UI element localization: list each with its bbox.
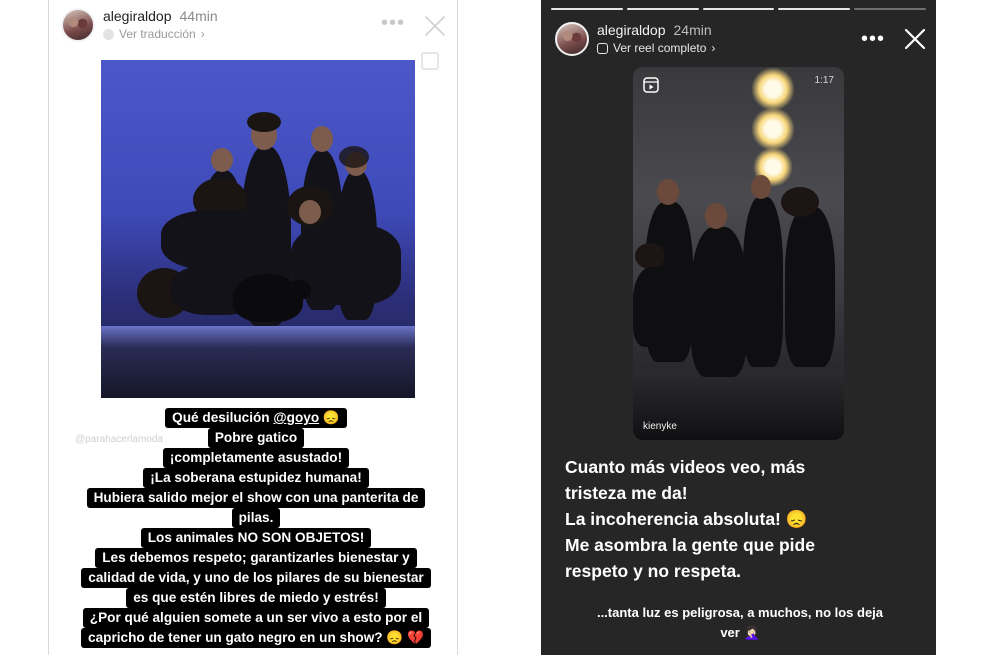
- caption-line: pilas.: [231, 508, 281, 528]
- caption-line: capricho de tener un gato negro en un sh…: [81, 628, 431, 648]
- caption-line: Los animales NO SON OBJETOS!: [140, 528, 372, 548]
- caption-line: calidad de vida, y uno de los pilares de…: [81, 568, 431, 588]
- username[interactable]: alegiraldop: [597, 22, 666, 38]
- avatar[interactable]: [61, 8, 95, 42]
- story-left: alegiraldop 44min Ver traducción › ••• @…: [48, 0, 458, 655]
- story-text-line: Me asombra la gente que pide: [565, 535, 815, 555]
- username[interactable]: alegiraldop: [103, 8, 172, 24]
- reel-icon: [597, 42, 608, 54]
- progress-segment: [551, 8, 623, 10]
- caption-line: Pobre gatico: [207, 428, 305, 448]
- story-text-line: Cuanto más videos veo, más: [565, 457, 806, 477]
- caption-line: es que estén libres de miedo y estrés!: [126, 588, 386, 608]
- see-translation-label: Ver traducción: [119, 27, 196, 41]
- story-text: Cuanto más videos veo, más tristeza me d…: [565, 454, 915, 584]
- story-caption: Qué desilución @goyo 😞 Pobre gatico ¡com…: [59, 408, 453, 648]
- progress-segment: [778, 8, 851, 10]
- translate-icon: [103, 28, 114, 40]
- concert-photo: [101, 60, 415, 398]
- chevron-right-icon: ›: [711, 41, 716, 55]
- story-right: alegiraldop 24min Ver reel completo › ••…: [541, 0, 936, 655]
- avatar[interactable]: [555, 22, 589, 56]
- view-full-reel-label: Ver reel completo: [613, 41, 707, 55]
- close-icon[interactable]: [423, 14, 447, 38]
- story-header: alegiraldop 24min Ver reel completo ›: [555, 22, 715, 56]
- more-options-button[interactable]: •••: [381, 12, 405, 35]
- story-progress-bar: [551, 8, 926, 10]
- story-text-line: respeto y no respeta.: [565, 561, 742, 581]
- view-full-reel-link[interactable]: Ver reel completo ›: [597, 41, 715, 55]
- footer-line: ver 🤦🏻‍♀️: [720, 625, 760, 640]
- see-translation-link[interactable]: Ver traducción ›: [103, 27, 218, 41]
- story-text-line: La incoherencia absoluta! 😞: [565, 509, 808, 529]
- caption-line: ¡completamente asustado!: [162, 448, 350, 468]
- video-duration: 1:17: [814, 75, 834, 86]
- reel-icon: [643, 77, 659, 93]
- caption-line: ¡La soberana estupidez humana!: [143, 468, 369, 488]
- sticker-icon: [421, 52, 439, 70]
- close-icon[interactable]: [903, 27, 927, 51]
- post-time: 24min: [673, 22, 712, 38]
- reel-video[interactable]: 1:17 kienyke: [633, 67, 844, 440]
- more-options-button[interactable]: •••: [861, 28, 885, 51]
- mention-link[interactable]: @goyo: [273, 410, 319, 425]
- caption-line: Les debemos respeto; garantizarles biene…: [95, 548, 417, 568]
- story-footer-text: ...tanta luz es peligrosa, a muchos, no …: [565, 603, 915, 643]
- chevron-right-icon: ›: [200, 27, 205, 41]
- caption-line: ¿Por qué alguien somete a un ser vivo a …: [82, 608, 430, 628]
- progress-segment: [626, 8, 699, 10]
- footer-line: ...tanta luz es peligrosa, a muchos, no …: [596, 605, 884, 620]
- post-time: 44min: [179, 8, 218, 24]
- video-credit: kienyke: [643, 421, 677, 432]
- story-text-line: tristeza me da!: [565, 483, 688, 503]
- story-header: alegiraldop 44min Ver traducción ›: [61, 8, 218, 42]
- caption-line: Hubiera salido mejor el show con una pan…: [86, 488, 426, 508]
- progress-segment: [854, 8, 926, 10]
- progress-segment: [702, 8, 775, 10]
- caption-line: Qué desilución @goyo 😞: [165, 408, 347, 428]
